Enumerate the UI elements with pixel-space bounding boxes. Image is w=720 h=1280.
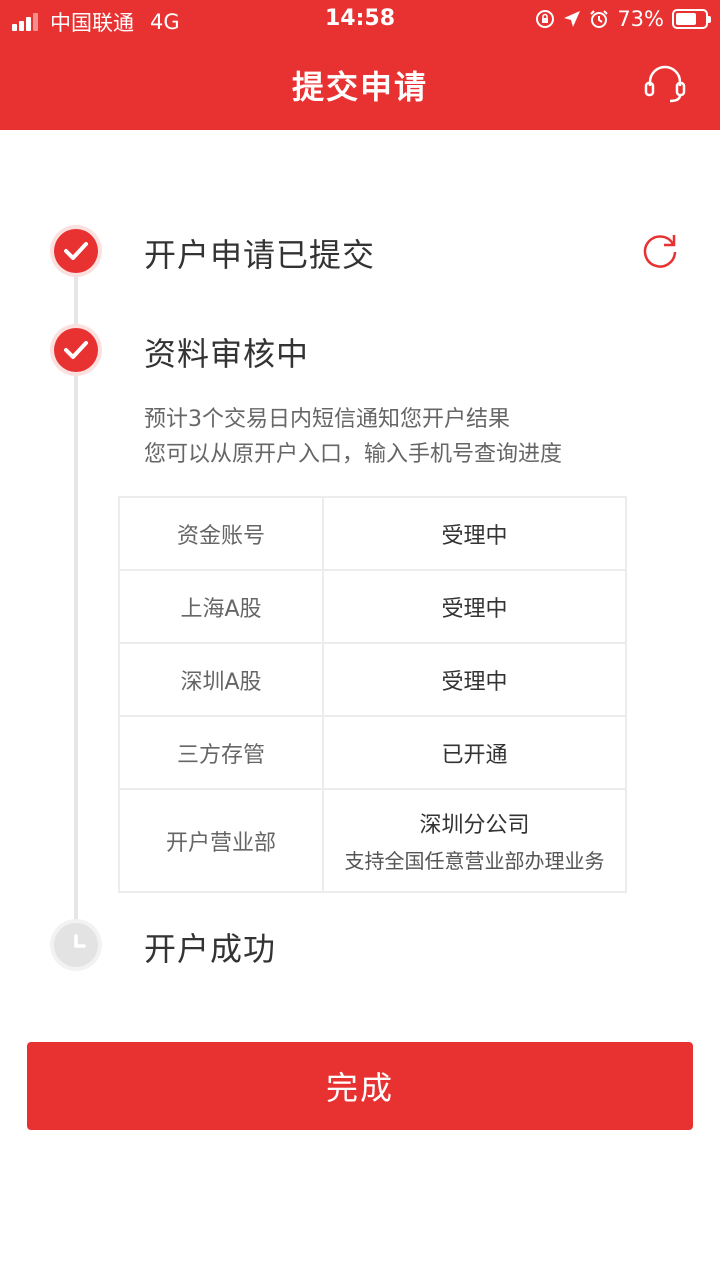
location-arrow-icon bbox=[564, 11, 581, 27]
table-row: 资金账号 受理中 bbox=[118, 496, 627, 571]
review-line: 预计3个交易日内短信通知您开户结果 bbox=[144, 407, 510, 432]
table-row: 开户营业部 深圳分公司 支持全国任意营业部办理业务 bbox=[118, 788, 627, 893]
alarm-icon bbox=[590, 10, 609, 28]
step-success-title: 开户成功 bbox=[144, 930, 277, 968]
row-value-branch: 深圳分公司 支持全国任意营业部办理业务 bbox=[322, 788, 627, 893]
step-submitted-check-icon bbox=[54, 229, 98, 273]
review-line: 您可以从原开户入口，输入手机号查询进度 bbox=[144, 442, 563, 467]
page-title: 提交申请 bbox=[291, 68, 428, 106]
battery-fill bbox=[676, 13, 697, 25]
done-button[interactable]: 完成 bbox=[27, 1042, 693, 1130]
row-label: 深圳A股 bbox=[118, 642, 324, 717]
row-label: 开户营业部 bbox=[118, 788, 324, 893]
row-value: 已开通 bbox=[322, 715, 627, 790]
clock-icon bbox=[74, 934, 86, 948]
row-value: 受理中 bbox=[322, 496, 627, 571]
row-label: 上海A股 bbox=[118, 569, 324, 644]
check-icon bbox=[64, 242, 88, 260]
table-row: 上海A股 受理中 bbox=[118, 569, 627, 644]
row-value: 受理中 bbox=[322, 569, 627, 644]
account-status-table: 资金账号 受理中 上海A股 受理中 深圳A股 受理中 三方存管 已开通 开户营业… bbox=[118, 496, 627, 893]
step-submitted-title: 开户申请已提交 bbox=[144, 236, 376, 274]
branch-name: 深圳分公司 bbox=[419, 813, 530, 838]
step-review-title: 资料审核中 bbox=[144, 335, 310, 373]
review-description: 预计3个交易日内短信通知您开户结果 您可以从原开户入口，输入手机号查询进度 bbox=[144, 402, 562, 472]
table-row: 三方存管 已开通 bbox=[118, 715, 627, 790]
branch-note: 支持全国任意营业部办理业务 bbox=[344, 849, 605, 873]
row-label: 资金账号 bbox=[118, 496, 324, 571]
header: 中国联通 4G 14:58 73% 提交申请 bbox=[0, 0, 720, 130]
battery-percent: 73% bbox=[617, 7, 664, 31]
table-row: 深圳A股 受理中 bbox=[118, 642, 627, 717]
step-success-clock-icon bbox=[54, 923, 98, 967]
status-bar: 中国联通 4G 14:58 73% bbox=[0, 0, 720, 40]
row-value: 受理中 bbox=[322, 642, 627, 717]
refresh-icon[interactable] bbox=[640, 230, 680, 270]
lock-rotation-icon bbox=[536, 10, 555, 28]
check-icon bbox=[64, 341, 88, 359]
step-review-check-icon bbox=[54, 328, 98, 372]
headset-icon[interactable] bbox=[642, 60, 688, 106]
row-label: 三方存管 bbox=[118, 715, 324, 790]
battery-icon bbox=[672, 9, 711, 29]
